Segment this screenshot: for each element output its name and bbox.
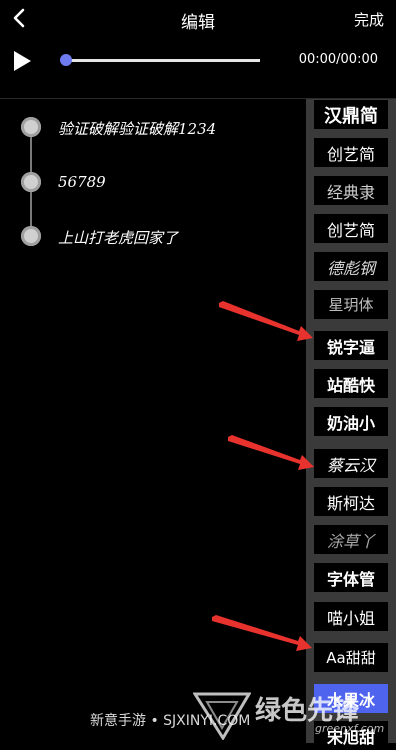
lyric-text: 56789 [58, 173, 106, 191]
lyric-text: 验证破解验证破解1234 [58, 120, 217, 138]
font-option[interactable]: 经典隶 [314, 176, 388, 205]
font-option[interactable]: 斯柯达 [314, 487, 388, 516]
font-option[interactable]: 奶油小 [314, 407, 388, 436]
font-option[interactable]: 创艺简 [314, 138, 388, 167]
font-option[interactable]: 字体管 [314, 563, 388, 592]
red-arrow-icon [212, 615, 312, 651]
font-option[interactable]: 汉鼎简 [314, 100, 388, 129]
play-icon[interactable] [12, 50, 32, 72]
timeline-dot [21, 226, 41, 246]
font-option[interactable]: 蔡云汉 [314, 449, 388, 478]
watermark-logo-icon [193, 692, 251, 740]
time-readout: 00:00/00:00 [298, 52, 378, 67]
font-option[interactable]: 喵小姐 [314, 602, 388, 631]
red-arrow-icon [228, 435, 314, 470]
font-list[interactable]: 汉鼎简 创艺简 经典隶 创艺简 德彪钢 星玥体 锐字逼 站酷快 奶油小 蔡云汉 … [306, 99, 396, 750]
page-title: 编辑 [181, 13, 215, 33]
red-arrow-icon [219, 301, 313, 341]
lyric-item[interactable]: 56789 [0, 166, 300, 196]
font-option[interactable]: Aa甜甜 [314, 643, 388, 672]
font-option[interactable]: 站酷快 [314, 369, 388, 398]
font-option[interactable]: 德彪钢 [314, 252, 388, 281]
font-option[interactable]: 星玥体 [314, 290, 388, 319]
progress-knob[interactable] [60, 54, 72, 66]
timeline-dot [21, 172, 41, 192]
done-button[interactable]: 完成 [354, 9, 384, 30]
watermark-url: greenxf.com [315, 722, 385, 735]
lyric-item[interactable]: 上山打老虎回家了 [0, 220, 300, 250]
top-bar: 编辑 完成 [0, 0, 396, 38]
font-option[interactable]: 锐字逼 [314, 331, 388, 360]
audio-player: 00:00/00:00 [0, 38, 396, 86]
font-option[interactable]: 涂草丫 [314, 525, 388, 554]
font-option[interactable]: 创艺简 [314, 214, 388, 243]
lyric-item[interactable]: 验证破解验证破解1234 [0, 111, 300, 141]
progress-track[interactable] [64, 59, 260, 62]
timeline-dot [21, 117, 41, 137]
lyric-text: 上山打老虎回家了 [58, 229, 179, 247]
